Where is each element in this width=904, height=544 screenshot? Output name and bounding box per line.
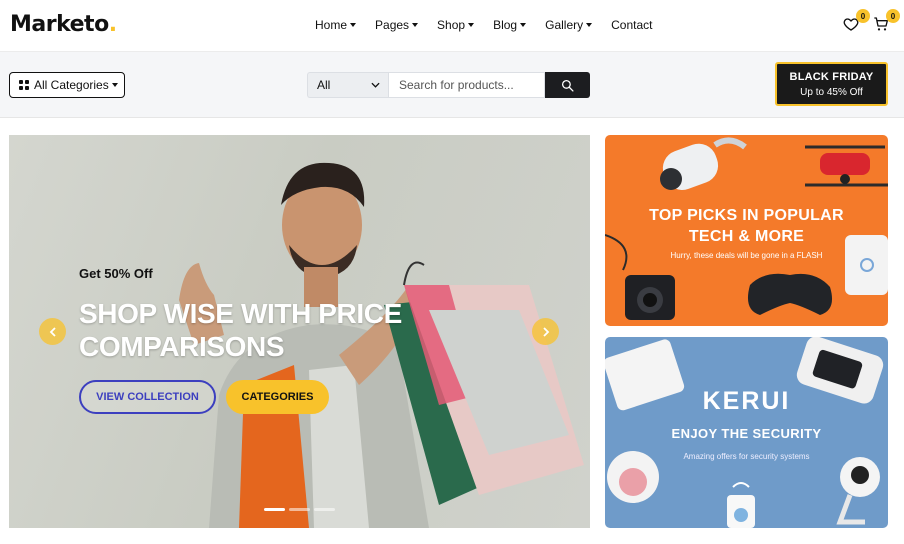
- tech-banner-subtitle: Hurry, these deals will be gone in a FLA…: [670, 251, 823, 260]
- slider-prev-button[interactable]: [39, 318, 66, 345]
- nav-item-contact[interactable]: Contact: [611, 18, 652, 32]
- wishlist-count-badge: 0: [856, 9, 870, 23]
- caret-down-icon: [111, 83, 118, 87]
- slider-dot[interactable]: [289, 508, 310, 511]
- nav-item-shop[interactable]: Shop: [437, 18, 475, 32]
- wishlist-button[interactable]: 0: [843, 9, 870, 34]
- tech-deals-banner[interactable]: TOP PICKS IN POPULAR TECH & MORE Hurry, t…: [605, 135, 888, 326]
- slider-dot[interactable]: [314, 508, 335, 511]
- product-search: All: [307, 72, 590, 98]
- tech-banner-title: TOP PICKS IN POPULAR TECH & MORE: [649, 207, 844, 245]
- search-button[interactable]: [545, 72, 590, 98]
- caret-down-icon: [520, 23, 527, 27]
- caret-down-icon: [586, 23, 593, 27]
- promo-title: BLACK FRIDAY: [789, 71, 874, 83]
- hero-eyebrow: Get 50% Off: [79, 266, 153, 281]
- search-scope-value: All: [317, 78, 331, 92]
- hero-title: SHOP WISE WITH PRICE COMPARISONS: [79, 298, 402, 362]
- promo-subtitle: Up to 45% Off: [800, 87, 863, 98]
- cart-count-badge: 0: [886, 9, 900, 23]
- search-bar-row: All Categories All BLACK FRIDAY Up to 45…: [0, 52, 904, 118]
- hero-slider[interactable]: Get 50% Off SHOP WISE WITH PRICE COMPARI…: [9, 135, 590, 528]
- view-collection-button[interactable]: VIEW COLLECTION: [79, 380, 216, 414]
- chevron-down-icon: [371, 82, 380, 88]
- all-categories-button[interactable]: All Categories: [9, 72, 125, 98]
- all-categories-label: All Categories: [34, 78, 109, 92]
- chevron-left-icon: [49, 326, 56, 337]
- slider-dot[interactable]: [264, 508, 285, 511]
- black-friday-promo[interactable]: BLACK FRIDAY Up to 45% Off: [775, 62, 888, 106]
- security-banner-title: ENJOY THE SECURITY: [671, 426, 822, 441]
- site-logo[interactable]: Marketo.: [10, 12, 117, 37]
- grid-icon: [19, 80, 29, 90]
- nav-item-pages[interactable]: Pages: [375, 18, 419, 32]
- categories-button[interactable]: CATEGORIES: [226, 380, 329, 414]
- security-banner-subtitle: Amazing offers for security systems: [683, 452, 810, 461]
- caret-down-icon: [468, 23, 475, 27]
- nav-item-gallery[interactable]: Gallery: [545, 18, 593, 32]
- main-nav: Home Pages Shop Blog Gallery Contact: [315, 18, 671, 32]
- slider-pagination: [264, 508, 335, 511]
- nav-item-blog[interactable]: Blog: [493, 18, 527, 32]
- security-banner-brand: KERUI: [702, 387, 791, 415]
- top-header: Marketo. Home Pages Shop Blog Gallery Co…: [0, 0, 904, 52]
- nav-item-home[interactable]: Home: [315, 18, 357, 32]
- search-icon: [561, 79, 574, 92]
- chevron-right-icon: [542, 326, 549, 337]
- search-scope-select[interactable]: All: [307, 72, 388, 98]
- cart-button[interactable]: 0: [873, 9, 900, 34]
- slider-next-button[interactable]: [532, 318, 559, 345]
- security-banner[interactable]: KERUI ENJOY THE SECURITY Amazing offers …: [605, 337, 888, 528]
- caret-down-icon: [412, 23, 419, 27]
- caret-down-icon: [350, 23, 357, 27]
- search-input[interactable]: [388, 72, 545, 98]
